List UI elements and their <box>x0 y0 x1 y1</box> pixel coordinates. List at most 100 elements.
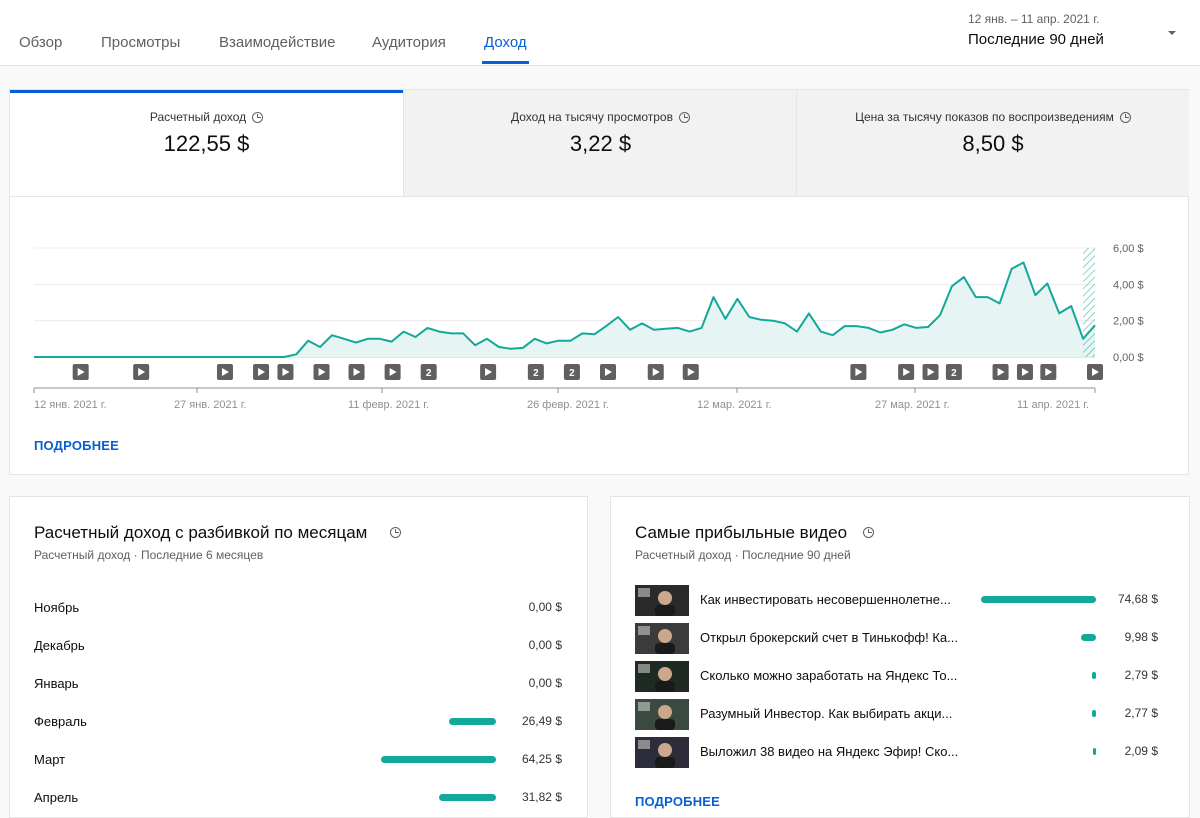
x-tick-label: 11 апр. 2021 г. <box>1017 399 1089 411</box>
video-revenue-bar <box>1091 672 1096 679</box>
clock-icon[interactable] <box>678 112 690 123</box>
tab-views[interactable]: Просмотры <box>101 34 180 51</box>
video-thumbnail[interactable] <box>635 623 689 654</box>
video-revenue-value: 2,77 $ <box>1124 706 1158 720</box>
video-thumbnail[interactable] <box>635 699 689 730</box>
video-title[interactable]: Сколько можно заработать на Яндекс То... <box>700 668 957 683</box>
x-tick-label: 12 мар. 2021 г. <box>697 399 771 411</box>
video-marker-play-icon[interactable] <box>682 364 699 380</box>
month-label: Февраль <box>34 714 87 729</box>
clock-icon[interactable] <box>390 527 401 538</box>
video-row[interactable]: Открыл брокерский счет в Тинькофф! Ка...… <box>635 623 1158 655</box>
top-videos-title: Самые прибыльные видео <box>635 523 848 542</box>
month-label: Апрель <box>34 790 79 805</box>
y-tick-label: 2,00 $ <box>1113 316 1144 328</box>
video-title[interactable]: Выложил 38 видео на Яндекс Эфир! Ско... <box>700 744 958 759</box>
clock-icon[interactable] <box>252 112 264 123</box>
marker-count: 2 <box>569 368 575 379</box>
x-tick-label: 12 янв. 2021 г. <box>34 399 107 411</box>
video-marker-play-icon[interactable] <box>72 364 89 380</box>
video-marker-play-icon[interactable] <box>600 364 617 380</box>
video-marker-play-icon[interactable] <box>216 364 233 380</box>
video-marker-play-icon[interactable] <box>898 364 915 380</box>
month-row: Февраль 26,49 $ <box>34 707 562 737</box>
month-bar <box>381 756 496 763</box>
video-marker-count-badge[interactable]: 2 <box>945 364 962 380</box>
dropdown-arrow-icon[interactable] <box>1166 27 1178 39</box>
y-tick-label: 4,00 $ <box>1113 279 1144 291</box>
active-tab-indicator <box>482 61 529 64</box>
video-marker-play-icon[interactable] <box>1016 364 1033 380</box>
video-row[interactable]: Как инвестировать несовершеннолетне... 74… <box>635 585 1158 617</box>
video-marker-count-badge[interactable]: 2 <box>563 364 580 380</box>
marker-count: 2 <box>533 368 539 379</box>
video-marker-play-icon[interactable] <box>647 364 664 380</box>
month-row: Декабрь 0,00 $ <box>34 631 562 661</box>
video-marker-play-icon[interactable] <box>277 364 294 380</box>
clock-icon[interactable] <box>1119 112 1131 123</box>
video-thumbnail[interactable] <box>635 585 689 616</box>
video-marker-play-icon[interactable] <box>384 364 401 380</box>
video-title[interactable]: Разумный Инвестор. Как выбирать акци... <box>700 706 952 721</box>
monthly-revenue-card: Расчетный доход с разбивкой по месяцам Р… <box>9 496 588 818</box>
video-row[interactable]: Сколько можно заработать на Яндекс То...… <box>635 661 1158 693</box>
month-value: 64,25 $ <box>521 752 562 766</box>
video-revenue-value: 9,98 $ <box>1124 630 1158 644</box>
month-row: Март 64,25 $ <box>34 745 562 775</box>
metric-playback-cpm[interactable]: Цена за тысячу показов по воспроизведени… <box>796 90 1189 197</box>
month-row: Январь 0,00 $ <box>34 669 562 699</box>
video-marker-play-icon[interactable] <box>922 364 939 380</box>
month-label: Январь <box>34 676 79 691</box>
active-metric-indicator <box>10 90 403 93</box>
tab-overview[interactable]: Обзор <box>19 34 62 51</box>
month-value: 0,00 $ <box>528 638 562 652</box>
month-value: 26,49 $ <box>521 714 562 728</box>
video-revenue-value: 2,09 $ <box>1124 744 1158 758</box>
video-title[interactable]: Как инвестировать несовершеннолетне... <box>700 592 951 607</box>
metric-rpm[interactable]: Доход на тысячу просмотров 3,22 $ <box>403 90 797 197</box>
video-marker-play-icon[interactable] <box>992 364 1009 380</box>
x-tick-label: 27 мар. 2021 г. <box>875 399 949 411</box>
video-marker-play-icon[interactable] <box>850 364 867 380</box>
clock-icon[interactable] <box>863 527 874 538</box>
top-videos-subtitle: Расчетный доход · Последние 90 дней <box>635 548 851 562</box>
metric-label: Цена за тысячу показов по воспроизведени… <box>855 110 1114 124</box>
marker-count: 2 <box>951 368 957 379</box>
video-marker-play-icon[interactable] <box>253 364 270 380</box>
video-marker-play-icon[interactable] <box>1040 364 1057 380</box>
video-thumbnail[interactable] <box>635 661 689 692</box>
top-bar: Обзор Просмотры Взаимодействие Аудитория… <box>0 0 1200 66</box>
video-marker-play-icon[interactable] <box>480 364 497 380</box>
video-revenue-bar <box>1080 634 1096 641</box>
month-label: Декабрь <box>34 638 85 653</box>
month-row: Ноябрь 0,00 $ <box>34 593 562 623</box>
video-thumbnail[interactable] <box>635 737 689 768</box>
incomplete-data-band <box>1083 248 1095 357</box>
month-row: Апрель 31,82 $ <box>34 783 562 813</box>
video-revenue-value: 2,79 $ <box>1124 668 1158 682</box>
more-details-link[interactable]: ПОДРОБНЕЕ <box>34 438 119 453</box>
metric-estimated-revenue[interactable]: Расчетный доход 122,55 $ <box>10 90 403 197</box>
video-marker-count-badge[interactable]: 2 <box>420 364 437 380</box>
video-marker-play-icon[interactable] <box>348 364 365 380</box>
tab-engagement[interactable]: Взаимодействие <box>219 34 335 51</box>
marker-count: 2 <box>426 368 432 379</box>
video-marker-count-badge[interactable]: 2 <box>527 364 544 380</box>
video-row[interactable]: Выложил 38 видео на Яндекс Эфир! Ско... 2… <box>635 737 1158 769</box>
month-label: Март <box>34 752 66 767</box>
monthly-title: Расчетный доход с разбивкой по месяцам <box>34 523 368 542</box>
video-row[interactable]: Разумный Инвестор. Как выбирать акци... 2… <box>635 699 1158 731</box>
video-revenue-bar <box>1091 710 1096 717</box>
video-title[interactable]: Открыл брокерский счет в Тинькофф! Ка... <box>700 630 958 645</box>
y-tick-label: 6,00 $ <box>1113 243 1144 255</box>
period-label[interactable]: Последние 90 дней <box>968 31 1104 48</box>
tab-audience[interactable]: Аудитория <box>372 34 446 51</box>
month-value: 31,82 $ <box>521 790 562 804</box>
video-marker-play-icon[interactable] <box>313 364 330 380</box>
tab-revenue[interactable]: Доход <box>484 34 527 51</box>
month-value: 0,00 $ <box>528 600 562 614</box>
video-marker-play-icon[interactable] <box>1087 364 1103 380</box>
y-tick-label: 0,00 $ <box>1113 352 1144 364</box>
video-marker-play-icon[interactable] <box>133 364 150 380</box>
metric-value: 3,22 $ <box>569 131 632 156</box>
